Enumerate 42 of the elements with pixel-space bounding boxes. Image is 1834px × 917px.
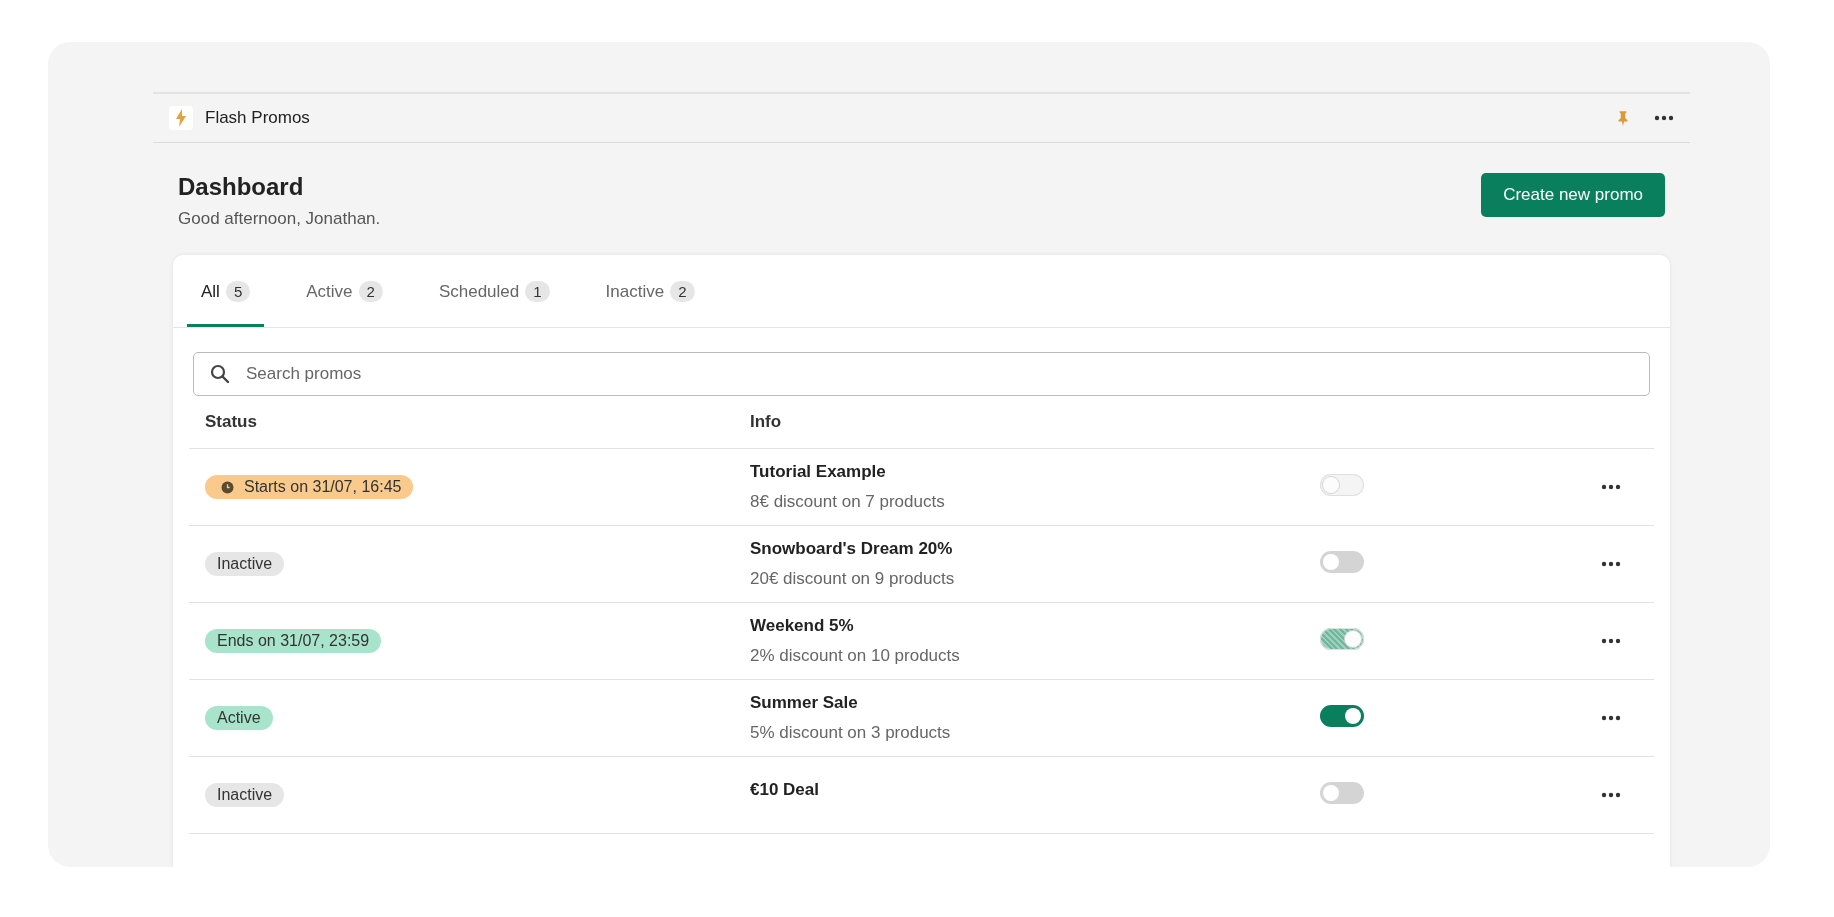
- promo-name: Summer Sale: [750, 693, 859, 713]
- filter-tab[interactable]: All 5: [187, 255, 265, 327]
- filter-tab[interactable]: Inactive 2: [591, 255, 709, 327]
- status-badge: Ends on 31/07, 23:59: [205, 629, 382, 653]
- count-badge: 2: [670, 281, 695, 302]
- promo-detail: 2% discount on 10 products: [750, 646, 961, 666]
- promo-detail: 8€ discount on 7 products: [750, 492, 946, 512]
- promo-name: Snowboard's Dream 20%: [750, 539, 954, 559]
- count-badge: 5: [225, 281, 251, 302]
- search-icon: [210, 364, 230, 384]
- search-field[interactable]: Search promos: [193, 352, 1650, 396]
- app-title: Flash Promos: [205, 108, 310, 128]
- more-icon[interactable]: [1600, 715, 1622, 721]
- more-icon[interactable]: [1600, 638, 1622, 644]
- count-badge: 2: [358, 281, 383, 302]
- status-badge: Starts on 31/07, 16:45: [205, 475, 414, 499]
- toggle-switch[interactable]: [1320, 551, 1364, 573]
- more-icon[interactable]: [1600, 484, 1622, 490]
- status-badge: Active: [205, 706, 273, 730]
- more-icon[interactable]: [1654, 115, 1674, 121]
- promo-name: €10 Deal: [750, 780, 820, 800]
- status-badge: Inactive: [205, 783, 285, 807]
- toggle-switch[interactable]: [1320, 705, 1364, 727]
- column-header: Status: [204, 412, 258, 432]
- more-icon[interactable]: [1600, 792, 1622, 798]
- more-icon[interactable]: [1600, 561, 1622, 567]
- lightning-icon: [169, 106, 193, 130]
- clock-icon: [221, 480, 234, 494]
- filter-tab[interactable]: Scheduled 1: [424, 255, 564, 327]
- filter-tab[interactable]: Active 2: [292, 255, 397, 327]
- promo-detail: 5% discount on 3 products: [750, 723, 952, 743]
- create-promo-button[interactable]: Create new promo: [1481, 173, 1665, 217]
- status-badge: Inactive: [205, 552, 285, 576]
- promo-name: Tutorial Example: [750, 462, 887, 482]
- promo-detail: 20€ discount on 9 products: [750, 569, 956, 589]
- page-title: Dashboard: [178, 173, 305, 201]
- search-input[interactable]: Search promos: [244, 363, 1633, 385]
- count-badge: 1: [525, 281, 550, 302]
- toggle-switch[interactable]: [1320, 782, 1364, 804]
- promo-name: Weekend 5%: [750, 616, 855, 636]
- column-header: Info: [750, 412, 783, 432]
- greeting-text: Good afternoon, Jonathan.: [178, 209, 381, 229]
